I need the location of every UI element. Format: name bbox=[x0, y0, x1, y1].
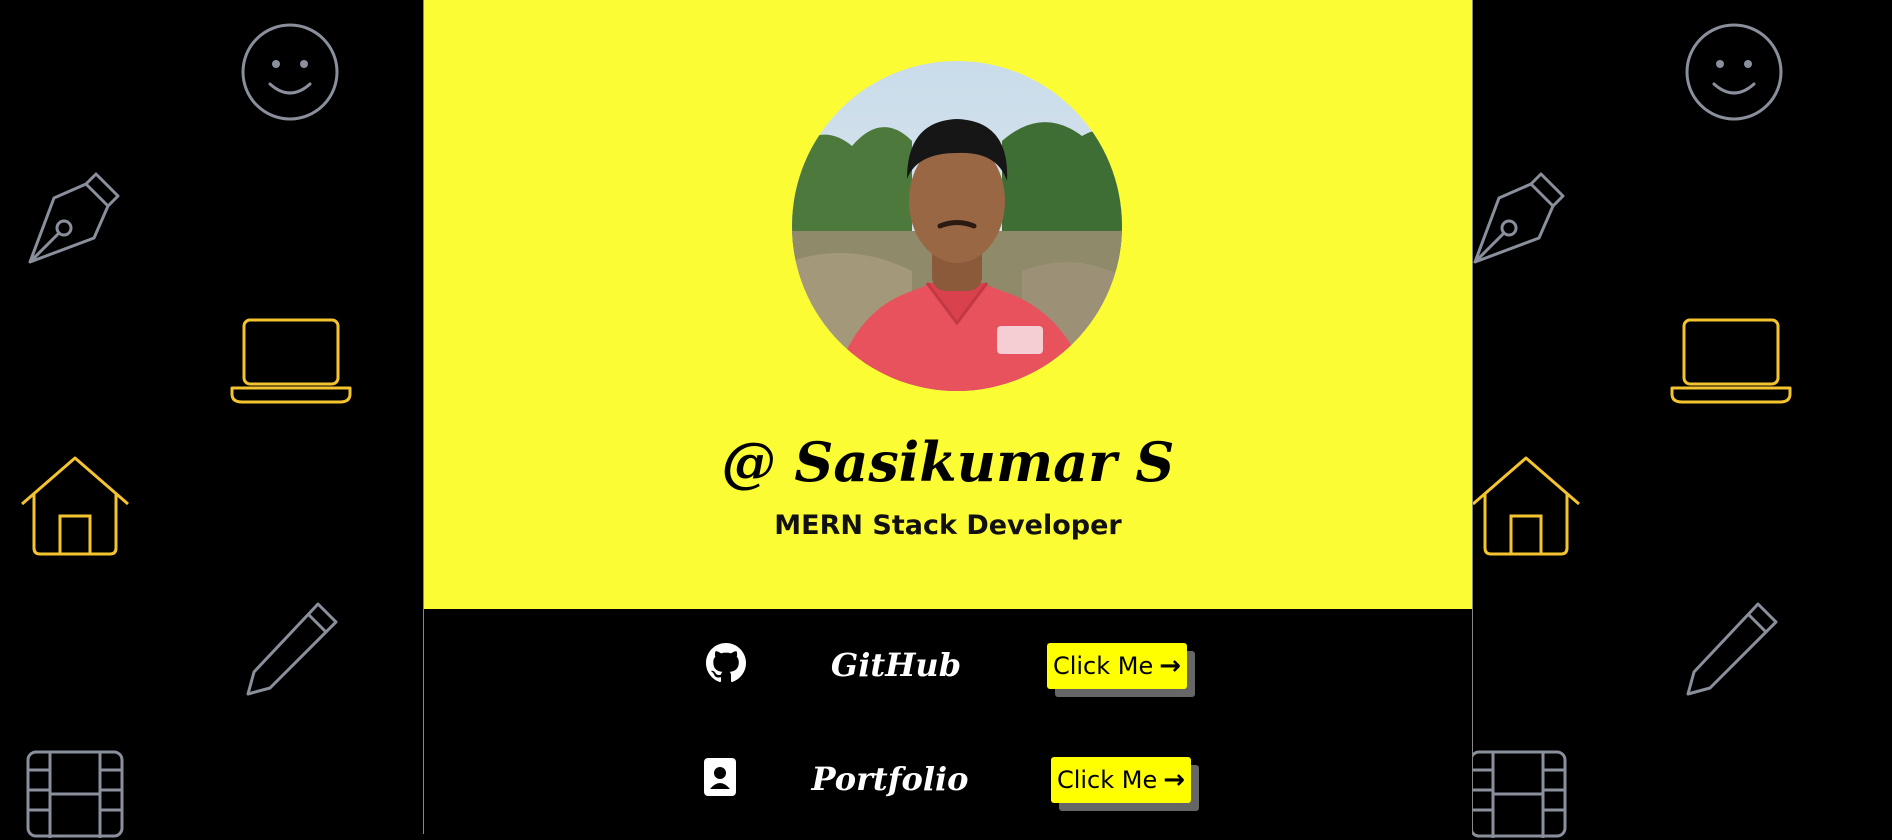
laptop-icon bbox=[230, 318, 352, 404]
button-label: Click Me bbox=[1056, 766, 1158, 794]
button-label: Click Me bbox=[1052, 652, 1154, 680]
profile-card: @ Sasikumar S MERN Stack Developer GitHu… bbox=[423, 0, 1473, 834]
portfolio-click-button[interactable]: Click Me → bbox=[1051, 757, 1191, 803]
link-row-github: GitHub Click Me → bbox=[424, 643, 1472, 713]
smiley-face-icon bbox=[1685, 23, 1783, 121]
profile-header: @ Sasikumar S MERN Stack Developer bbox=[424, 0, 1472, 609]
link-title-portfolio: Portfolio bbox=[811, 760, 969, 798]
link-row-portfolio: Portfolio Click Me → bbox=[424, 757, 1472, 827]
pencil-icon bbox=[246, 602, 338, 696]
arrow-right-icon: → bbox=[1159, 651, 1182, 681]
laptop-icon bbox=[1670, 318, 1792, 404]
film-strip-icon bbox=[1469, 750, 1567, 838]
github-click-button[interactable]: Click Me → bbox=[1047, 643, 1187, 689]
background-pattern-right bbox=[1469, 0, 1892, 838]
film-strip-icon bbox=[26, 750, 124, 838]
pen-nib-icon bbox=[28, 172, 120, 264]
profile-tagline: MERN Stack Developer bbox=[774, 510, 1122, 541]
home-icon bbox=[1472, 456, 1580, 556]
smiley-face-icon bbox=[241, 23, 339, 121]
profile-name: @ Sasikumar S bbox=[721, 430, 1175, 494]
arrow-right-icon: → bbox=[1163, 765, 1186, 795]
pencil-icon bbox=[1686, 602, 1778, 696]
home-icon bbox=[21, 456, 129, 556]
contact-card-icon[interactable] bbox=[700, 757, 740, 797]
background-pattern-left bbox=[0, 0, 423, 838]
link-title-github: GitHub bbox=[830, 646, 962, 684]
pen-nib-icon bbox=[1473, 172, 1565, 264]
github-icon[interactable] bbox=[706, 643, 746, 683]
avatar bbox=[792, 61, 1122, 391]
